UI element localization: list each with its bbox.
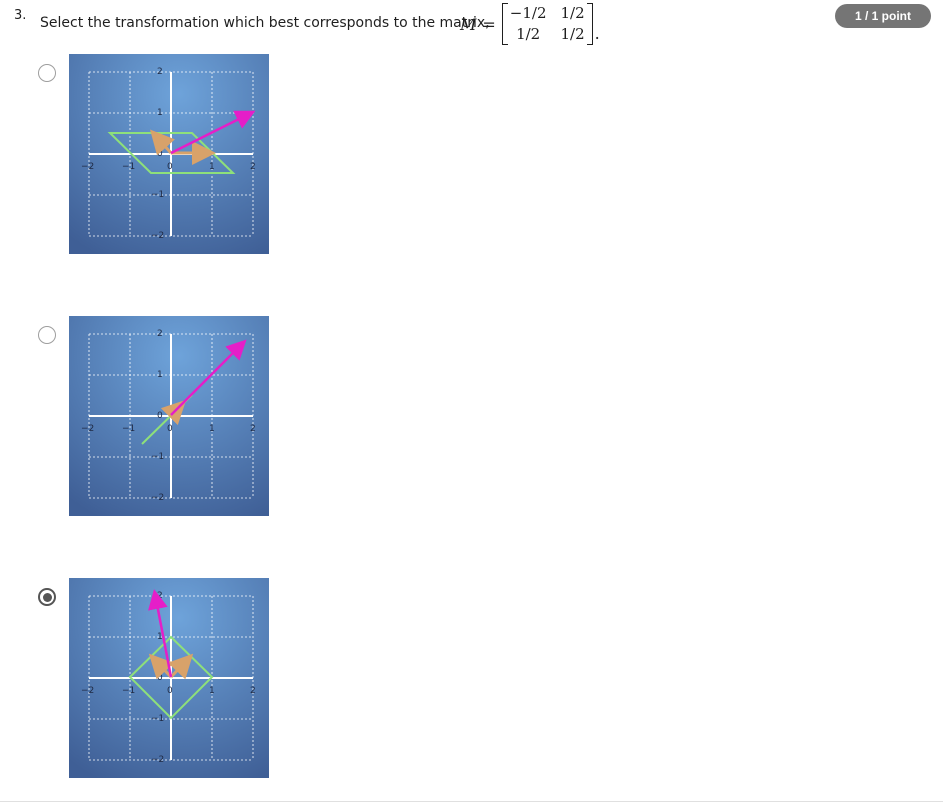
- tick-label: −2: [81, 686, 94, 696]
- tick-label: 0: [157, 149, 163, 159]
- tick-label: 0: [167, 162, 173, 172]
- score-badge: 1 / 1 point: [835, 4, 931, 28]
- tick-label: −2: [151, 755, 164, 765]
- quiz-page: 3. Select the transformation which best …: [0, 0, 943, 804]
- tick-label: 0: [167, 686, 173, 696]
- tick-label: −2: [81, 424, 94, 434]
- tick-label: −1: [122, 424, 135, 434]
- tick-label: −2: [151, 493, 164, 503]
- radio-button[interactable]: [38, 326, 56, 344]
- tick-label: −1: [151, 452, 164, 462]
- matrix-cell: 1/2: [560, 4, 585, 22]
- tick-label: 2: [250, 162, 256, 172]
- tick-label: 0: [167, 424, 173, 434]
- tick-label: −2: [151, 231, 164, 241]
- tick-label: −1: [122, 162, 135, 172]
- divider: [0, 801, 943, 802]
- transformation-plot-3: −2 −1 0 1 2 2 1 0 −1 −2: [69, 578, 269, 778]
- tick-label: −1: [151, 190, 164, 200]
- matrix-cell: −1/2: [509, 4, 547, 22]
- tick-label: 2: [157, 591, 163, 601]
- radio-button-selected[interactable]: [38, 588, 56, 606]
- tick-label: 1: [209, 162, 215, 172]
- tick-label: 1: [157, 370, 163, 380]
- tick-label: −1: [151, 714, 164, 724]
- matrix-period: .: [594, 24, 600, 43]
- tick-label: 1: [157, 108, 163, 118]
- right-bracket: [586, 3, 593, 45]
- question-number: 3.: [14, 8, 27, 23]
- tick-label: 1: [209, 686, 215, 696]
- tick-label: −2: [81, 162, 94, 172]
- tick-label: 0: [157, 411, 163, 421]
- tick-label: 2: [250, 424, 256, 434]
- tick-label: 2: [250, 686, 256, 696]
- matrix-grid: −1/2 1/2 1/2 1/2: [508, 4, 587, 44]
- radio-button[interactable]: [38, 64, 56, 82]
- matrix-name: M: [460, 14, 477, 34]
- tick-label: 0: [157, 673, 163, 683]
- tick-label: 1: [209, 424, 215, 434]
- matrix-expression: M = −1/2 1/2 1/2 1/2 .: [460, 3, 600, 45]
- equals-sign: =: [482, 14, 496, 34]
- matrix-cell: 1/2: [560, 25, 585, 43]
- tick-label: −1: [122, 686, 135, 696]
- transformation-plot-1: −2 −1 0 1 2 2 1 0 −1 −2: [69, 54, 269, 254]
- matrix-cell: 1/2: [516, 25, 541, 43]
- tick-label: 2: [157, 67, 163, 77]
- transformation-plot-2: −2 −1 0 1 2 2 1 0 −1 −2: [69, 316, 269, 516]
- question-text: Select the transformation which best cor…: [40, 15, 490, 31]
- tick-label: 2: [157, 329, 163, 339]
